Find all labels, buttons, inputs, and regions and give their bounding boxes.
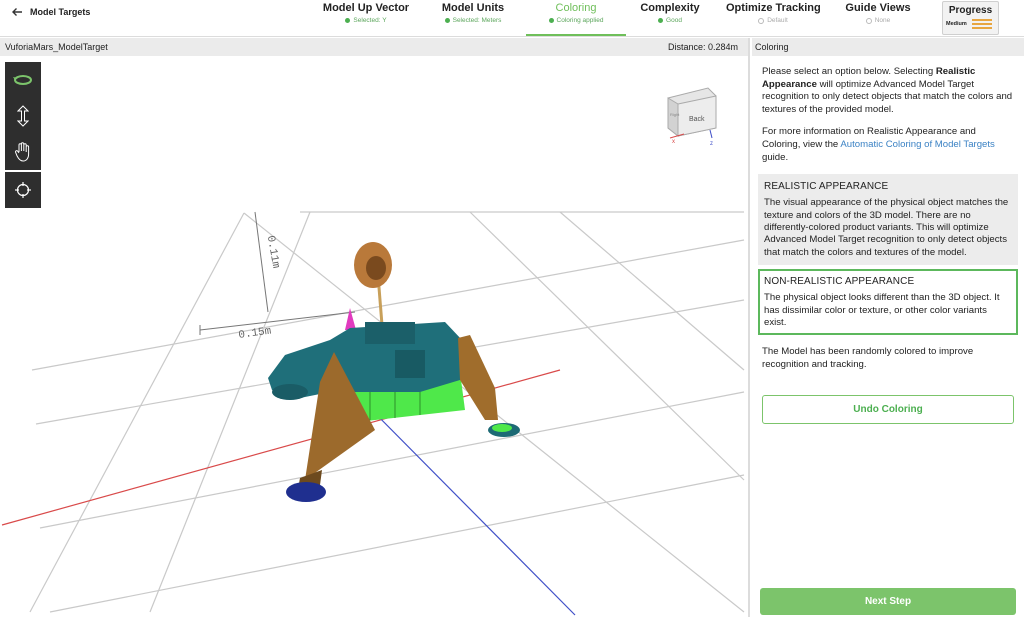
arrow-left-icon bbox=[12, 8, 22, 16]
model-target-name: VuforiaMars_ModelTarget bbox=[5, 42, 108, 52]
status-dot-icon bbox=[444, 18, 450, 23]
rotate-tool[interactable] bbox=[5, 62, 41, 98]
progress-indicator[interactable]: Progress Medium bbox=[942, 1, 999, 35]
coloring-guide-link[interactable]: Automatic Coloring of Model Targets bbox=[840, 139, 994, 150]
step-label: Complexity bbox=[640, 2, 700, 14]
model-scene[interactable]: 0.15m 0.11m Back Right x z bbox=[0, 38, 748, 617]
panel-title: Coloring bbox=[752, 38, 1024, 56]
step-status: Good bbox=[666, 17, 682, 24]
pan-tool[interactable] bbox=[5, 134, 41, 170]
option-title: NON-REALISTIC APPEARANCE bbox=[764, 275, 915, 287]
back-label: Model Targets bbox=[30, 7, 91, 17]
option-title: REALISTIC APPEARANCE bbox=[764, 181, 889, 193]
option-description: The visual appearance of the physical ob… bbox=[764, 197, 1009, 258]
dimension-width-label: 0.15m bbox=[238, 325, 273, 342]
rotate-icon bbox=[13, 75, 32, 85]
vertical-move-icon bbox=[17, 105, 29, 127]
step-status: Coloring applied bbox=[556, 17, 604, 24]
dimension-height-label: 0.11m bbox=[264, 235, 282, 270]
orientation-cube[interactable]: Back Right x z bbox=[667, 87, 717, 147]
step-label: Model Up Vector bbox=[322, 2, 410, 14]
step-model-up-vector[interactable]: Model Up Vector Selected: Y bbox=[322, 2, 410, 34]
coloring-panel: Coloring Please select an option below. … bbox=[752, 38, 1024, 617]
cube-axis-x: x bbox=[672, 139, 675, 145]
panel-intro: Please select an option below. Selecting… bbox=[762, 66, 1014, 164]
step-label: Optimize Tracking bbox=[726, 2, 821, 14]
target-crosshair-icon bbox=[15, 182, 31, 198]
step-optimize-tracking[interactable]: Optimize Tracking Default bbox=[726, 2, 821, 34]
undo-coloring-button[interactable]: Undo Coloring bbox=[762, 395, 1014, 424]
step-model-units[interactable]: Model Units Selected: Meters bbox=[433, 2, 513, 34]
target-tool[interactable] bbox=[5, 172, 41, 208]
step-status: Selected: Y bbox=[353, 17, 387, 24]
status-dot-icon bbox=[865, 17, 872, 24]
back-to-model-targets[interactable]: Model Targets bbox=[10, 5, 90, 19]
progress-label: Progress bbox=[948, 5, 993, 16]
rover-model[interactable] bbox=[268, 242, 520, 502]
cube-side-label: Right bbox=[670, 112, 680, 117]
vertical-move-tool[interactable] bbox=[5, 98, 41, 134]
panel-divider[interactable] bbox=[748, 38, 750, 617]
wizard-top-bar: Model Targets Model Up Vector Selected: … bbox=[0, 0, 1024, 37]
camera-distance: Distance: 0.284m bbox=[667, 42, 738, 52]
view-toolbar bbox=[5, 62, 41, 170]
status-dot-icon bbox=[758, 17, 765, 24]
step-complexity[interactable]: Complexity Good bbox=[638, 2, 702, 34]
model-viewport[interactable]: 0.15m 0.11m Back Right x z VuforiaMars_M… bbox=[0, 38, 748, 617]
intro-paragraph-2: For more information on Realistic Appear… bbox=[762, 126, 995, 163]
viewport-header: VuforiaMars_ModelTarget Distance: 0.284m bbox=[0, 38, 748, 56]
step-status: Default bbox=[767, 17, 788, 24]
step-coloring[interactable]: Coloring Coloring applied bbox=[526, 2, 626, 36]
cube-face-label: Back bbox=[689, 116, 705, 123]
option-non-realistic-appearance[interactable]: NON-REALISTIC APPEARANCE The physical ob… bbox=[758, 268, 1018, 336]
cube-axis-z: z bbox=[710, 141, 713, 147]
option-realistic-appearance[interactable]: REALISTIC APPEARANCE The visual appearan… bbox=[758, 174, 1018, 265]
next-step-button[interactable]: Next Step bbox=[760, 588, 1016, 615]
step-label: Model Units bbox=[441, 2, 505, 14]
status-dot-icon bbox=[345, 18, 351, 23]
coloring-note: The Model has been randomly colored to i… bbox=[762, 346, 974, 370]
step-guide-views[interactable]: Guide Views None bbox=[844, 2, 912, 34]
pan-hand-icon bbox=[15, 142, 30, 162]
dimension-lines bbox=[199, 211, 356, 335]
status-dot-icon bbox=[548, 18, 554, 23]
step-status: Selected: Meters bbox=[452, 17, 502, 24]
progress-bars-icon bbox=[972, 19, 992, 31]
status-dot-icon bbox=[658, 18, 664, 23]
intro-paragraph-1: Please select an option below. Selecting… bbox=[762, 66, 1013, 115]
step-label: Coloring bbox=[555, 2, 597, 14]
option-description: The physical object looks different than… bbox=[764, 292, 1000, 328]
step-status: None bbox=[874, 17, 891, 24]
step-label: Guide Views bbox=[845, 2, 911, 14]
progress-level: Medium bbox=[946, 21, 967, 27]
